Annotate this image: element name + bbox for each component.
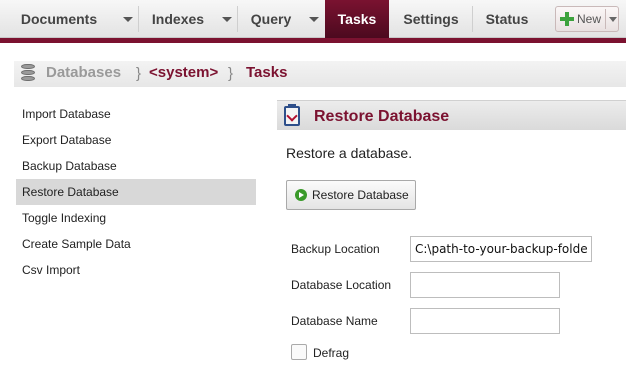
breadcrumb-current: Tasks: [246, 64, 288, 81]
chevron-down-icon: [123, 17, 133, 22]
task-create-sample-data[interactable]: Create Sample Data: [16, 231, 256, 257]
defrag-checkbox[interactable]: [291, 344, 307, 360]
plus-icon: [560, 12, 574, 26]
tab-query[interactable]: Query: [238, 0, 304, 38]
accent-bar: [0, 38, 626, 43]
database-icon: [20, 64, 36, 82]
query-dropdown[interactable]: [304, 0, 324, 38]
tab-status[interactable]: Status: [473, 0, 541, 38]
task-export-database[interactable]: Export Database: [16, 127, 256, 153]
task-list: Import Database Export Database Backup D…: [16, 100, 256, 378]
top-navigation: Documents Indexes Query Tasks Settings S…: [0, 0, 626, 38]
indexes-dropdown[interactable]: [217, 0, 237, 38]
database-name-label: Database Name: [291, 314, 378, 328]
new-button[interactable]: New: [555, 6, 619, 32]
database-location-label: Database Location: [291, 278, 392, 292]
tab-documents[interactable]: Documents: [0, 0, 118, 38]
defrag-label: Defrag: [313, 346, 350, 360]
restore-panel: Restore Database Restore a database. Res…: [277, 100, 626, 378]
backup-location-input[interactable]: [410, 236, 592, 262]
task-csv-import[interactable]: Csv Import: [16, 257, 256, 283]
task-import-database[interactable]: Import Database: [16, 101, 256, 127]
backup-location-label: Backup Location: [291, 242, 380, 256]
panel-description: Restore a database.: [286, 145, 413, 161]
task-toggle-indexing[interactable]: Toggle Indexing: [16, 205, 256, 231]
clipboard-icon: [282, 104, 302, 128]
breadcrumb-databases[interactable]: Databases: [46, 64, 121, 81]
restore-database-button[interactable]: Restore Database: [286, 180, 416, 210]
documents-dropdown[interactable]: [118, 0, 138, 38]
database-location-input[interactable]: [410, 272, 560, 298]
tab-settings[interactable]: Settings: [392, 0, 470, 38]
restore-button-label: Restore Database: [312, 188, 409, 202]
tab-tasks[interactable]: Tasks: [325, 0, 389, 38]
database-name-input[interactable]: [410, 308, 560, 334]
breadcrumb-database[interactable]: <system>: [149, 64, 218, 81]
chevron-down-icon: [309, 17, 319, 22]
panel-header: Restore Database: [277, 100, 626, 130]
panel-title: Restore Database: [314, 108, 450, 125]
new-button-label: New: [577, 12, 602, 26]
tab-indexes[interactable]: Indexes: [139, 0, 217, 38]
task-restore-database[interactable]: Restore Database: [16, 179, 256, 205]
chevron-down-icon: [222, 17, 232, 22]
chevron-down-icon: [609, 17, 617, 22]
play-icon: [295, 189, 307, 201]
task-backup-database[interactable]: Backup Database: [16, 153, 256, 179]
